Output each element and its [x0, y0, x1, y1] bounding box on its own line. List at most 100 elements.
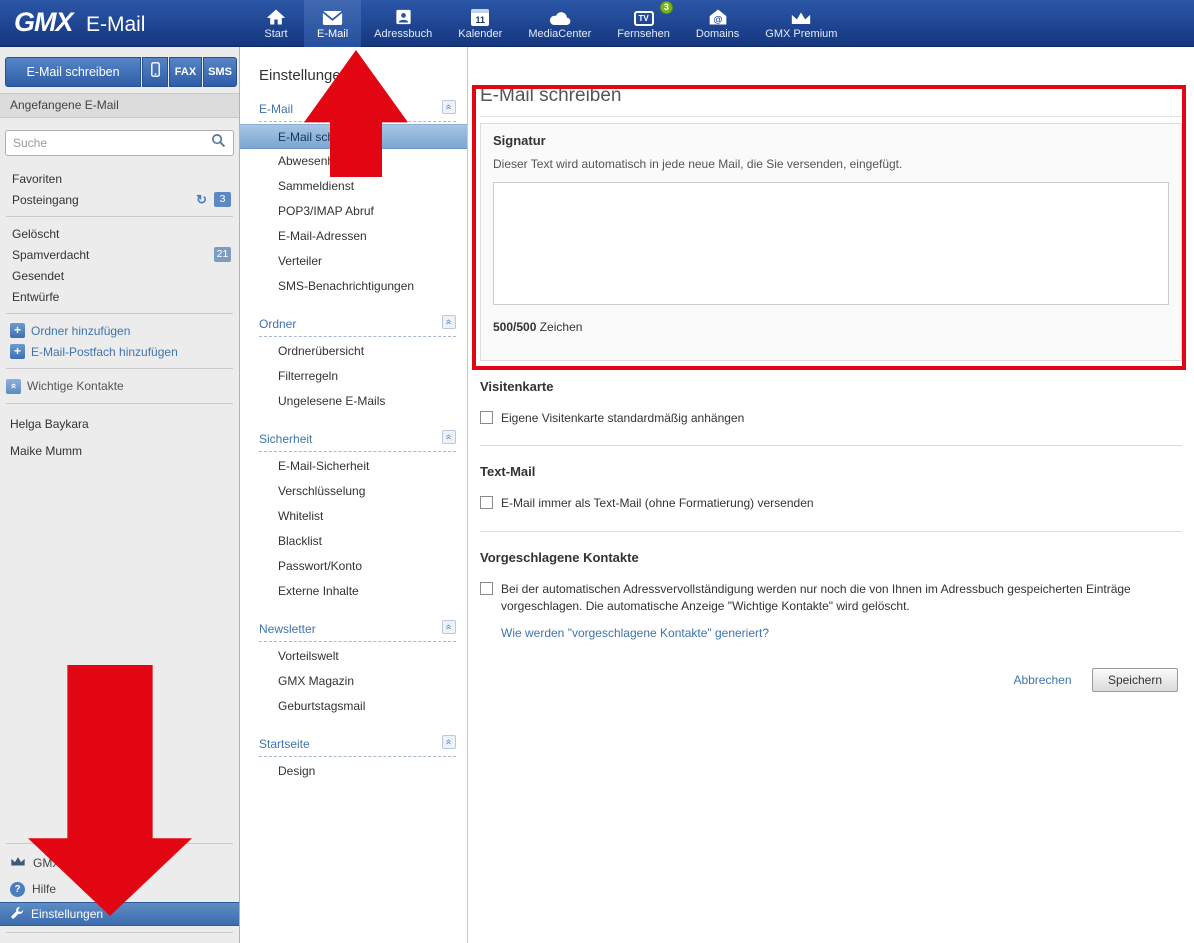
draft-email-item[interactable]: Angefangene E-Mail: [0, 93, 239, 118]
page-title: E-Mail schreiben: [480, 85, 1182, 117]
settings-section-sicherheit: Sicherheit E-Mail-Sicherheit Verschlüsse…: [240, 432, 467, 604]
folder-geloescht[interactable]: Gelöscht: [0, 223, 239, 244]
visitenkarte-heading: Visitenkarte: [480, 379, 1182, 394]
settings-item-email-adressen[interactable]: E-Mail-Adressen: [240, 224, 467, 249]
folder-entwuerfe[interactable]: Entwürfe: [0, 286, 239, 307]
settings-item-verteiler[interactable]: Verteiler: [240, 249, 467, 274]
nav-item-mediacenter[interactable]: MediaCenter: [515, 0, 604, 47]
refresh-icon[interactable]: [196, 192, 207, 208]
collapse-icon[interactable]: [442, 620, 456, 634]
settings-item-passwort-konto[interactable]: Passwort/Konto: [240, 554, 467, 579]
sms-button[interactable]: SMS: [203, 57, 237, 87]
nav-item-adressbuch[interactable]: Adressbuch: [361, 0, 445, 47]
collapse-icon[interactable]: [442, 735, 456, 749]
signature-textarea[interactable]: [493, 182, 1169, 305]
settings-item-filterregeln[interactable]: Filterregeln: [240, 364, 467, 389]
collapse-icon[interactable]: [442, 100, 456, 114]
settings-item-gmx-magazin[interactable]: GMX Magazin: [240, 669, 467, 694]
settings-item-email-schreiben[interactable]: E-Mail schreiben: [240, 124, 467, 149]
settings-item-ordneruebersicht[interactable]: Ordnerübersicht: [240, 339, 467, 364]
folder-spamverdacht[interactable]: Spamverdacht 21: [0, 244, 239, 265]
add-mailbox-link[interactable]: E-Mail-Postfach hinzufügen: [0, 341, 239, 362]
divider: [480, 531, 1182, 532]
nav-item-kalender[interactable]: 11 Kalender: [445, 0, 515, 47]
textmail-option: E-Mail immer als Text-Mail (ohne Formati…: [480, 495, 1182, 512]
premium-benefits-item[interactable]: GMX Premium-Vorteile: [0, 850, 239, 876]
folder-gesendet[interactable]: Gesendet: [0, 265, 239, 286]
settings-item-vorteilswelt[interactable]: Vorteilswelt: [240, 644, 467, 669]
fax-button[interactable]: FAX: [169, 57, 202, 87]
add-mailbox-label: E-Mail-Postfach hinzufügen: [31, 345, 178, 359]
folder-label: Entwürfe: [12, 290, 231, 304]
vorgeschlagene-kontakte-checkbox[interactable]: [480, 582, 493, 595]
tv-count-badge: 3: [660, 1, 673, 14]
collapse-icon[interactable]: [6, 379, 21, 394]
calendar-icon: 11: [471, 7, 489, 26]
section-header-newsletter[interactable]: Newsletter: [259, 622, 456, 642]
nav-item-fernsehen[interactable]: 3 TV Fernsehen: [604, 0, 683, 47]
save-button[interactable]: Speichern: [1092, 668, 1178, 692]
cancel-button[interactable]: Abbrechen: [1013, 673, 1071, 687]
add-folder-label: Ordner hinzufügen: [31, 324, 130, 338]
folder-favoriten[interactable]: Favoriten: [0, 168, 239, 189]
settings-item-sms-benachrichtigungen[interactable]: SMS-Benachrichtigungen: [240, 274, 467, 299]
settings-item-externe-inhalte[interactable]: Externe Inhalte: [240, 579, 467, 604]
nav-label: Adressbuch: [374, 28, 432, 40]
search-icon[interactable]: [211, 133, 226, 153]
plus-icon: [10, 323, 25, 338]
contact-item[interactable]: Helga Baykara: [0, 410, 239, 437]
at-house-icon: @: [708, 7, 728, 26]
compose-button-group: E-Mail schreiben FAX SMS: [5, 57, 237, 87]
counter-value: 500/500: [493, 320, 536, 334]
settings-section-startseite: Startseite Design: [240, 737, 467, 784]
section-header-sicherheit[interactable]: Sicherheit: [259, 432, 456, 452]
wrench-icon: [10, 906, 24, 923]
settings-item-design[interactable]: Design: [240, 759, 467, 784]
address-book-icon: [394, 7, 413, 26]
contact-item[interactable]: Maike Mumm: [0, 437, 239, 464]
crown-icon: [790, 7, 812, 26]
section-header-startseite[interactable]: Startseite: [259, 737, 456, 757]
textmail-checkbox[interactable]: [480, 496, 493, 509]
home-icon: [266, 7, 286, 26]
phone-button[interactable]: [142, 57, 168, 87]
folder-label: Favoriten: [12, 172, 231, 186]
vorgeschlagene-kontakte-option: Bei der automatischen Adressvervollständ…: [480, 581, 1182, 616]
nav-item-start[interactable]: Start: [248, 0, 304, 47]
settings-label: Einstellungen: [31, 907, 103, 921]
visitenkarte-checkbox[interactable]: [480, 411, 493, 424]
settings-item-blacklist[interactable]: Blacklist: [240, 529, 467, 554]
collapse-icon[interactable]: [442, 430, 456, 444]
how-generated-link[interactable]: Wie werden "vorgeschlagene Kontakte" gen…: [501, 626, 769, 640]
nav-item-email[interactable]: E-Mail: [304, 0, 361, 47]
sidebar-settings-item[interactable]: Einstellungen: [0, 902, 239, 926]
section-title: Ordner: [259, 317, 296, 331]
contact-name: Helga Baykara: [10, 417, 89, 431]
nav-item-domains[interactable]: @ Domains: [683, 0, 752, 47]
settings-item-verschluesselung[interactable]: Verschlüsselung: [240, 479, 467, 504]
visitenkarte-label: Eigene Visitenkarte standardmäßig anhäng…: [501, 410, 744, 427]
settings-item-sammeldienst[interactable]: Sammeldienst: [240, 174, 467, 199]
settings-item-ungelesene-emails[interactable]: Ungelesene E-Mails: [240, 389, 467, 414]
search-input[interactable]: [13, 136, 211, 150]
add-folder-link[interactable]: Ordner hinzufügen: [0, 320, 239, 341]
nav-item-gmx-premium[interactable]: GMX Premium: [752, 0, 850, 47]
settings-item-pop3-imap[interactable]: POP3/IMAP Abruf: [240, 199, 467, 224]
section-header-email[interactable]: E-Mail: [259, 102, 456, 122]
settings-item-geburtstagsmail[interactable]: Geburtstagsmail: [240, 694, 467, 719]
visitenkarte-option: Eigene Visitenkarte standardmäßig anhäng…: [480, 410, 1182, 427]
settings-item-abwesenheitsnotiz[interactable]: Abwesenheitsnotiz: [240, 149, 467, 174]
folder-posteingang[interactable]: Posteingang 3: [0, 189, 239, 210]
compose-email-button[interactable]: E-Mail schreiben: [5, 57, 141, 87]
help-item[interactable]: Hilfe: [0, 876, 239, 902]
settings-item-whitelist[interactable]: Whitelist: [240, 504, 467, 529]
nav-label: MediaCenter: [528, 28, 591, 40]
section-header-ordner[interactable]: Ordner: [259, 317, 456, 337]
divider: [6, 216, 233, 217]
top-nav-items: Start E-Mail Adressbuch 11 Kalender Medi…: [248, 0, 850, 47]
divider: [6, 403, 233, 404]
collapse-icon[interactable]: [442, 315, 456, 329]
gmx-logo[interactable]: GMX E-Mail: [14, 7, 145, 38]
unread-badge: 3: [214, 192, 231, 207]
settings-item-email-sicherheit[interactable]: E-Mail-Sicherheit: [240, 454, 467, 479]
